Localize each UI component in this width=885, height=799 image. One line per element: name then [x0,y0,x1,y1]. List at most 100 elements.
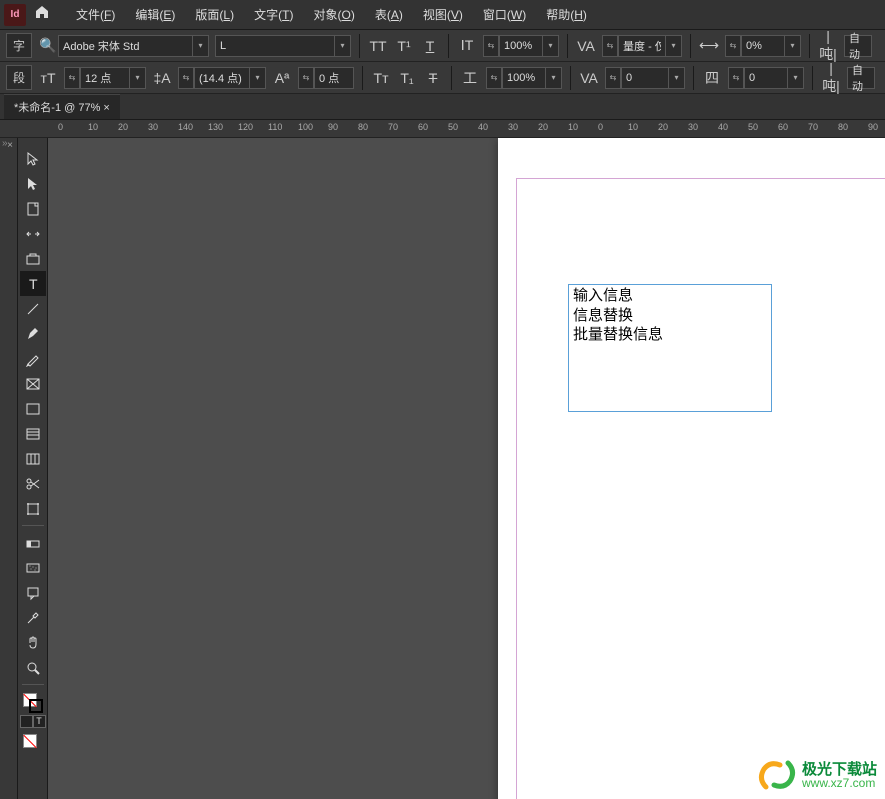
mode-paragraph-label[interactable]: 段 [6,65,32,90]
font-style-input[interactable] [215,35,335,57]
zoom-tool[interactable] [20,655,46,680]
stepper-icon[interactable]: ⇆ [178,67,194,89]
gradient-feather-tool[interactable] [20,555,46,580]
kerning-dropdown[interactable]: ⇆ ▾ [602,35,682,57]
chevron-down-icon[interactable]: ▾ [130,67,146,89]
vertical-scale-input[interactable] [499,35,543,57]
leading-input[interactable] [194,67,250,89]
tracking-input[interactable] [621,67,669,89]
kerning-input[interactable] [618,35,666,57]
menu-layout[interactable]: 版面(L) [185,6,244,23]
paragraph-control-row: 段 тT ⇆ ▾ ‡A ⇆ ▾ Aª ⇆ Tт T₁ T 工 ⇆ ▾ VA ⇆ … [0,62,885,94]
text-line-3[interactable]: 批量替换信息 [573,326,767,346]
menu-edit[interactable]: 编辑(E) [125,6,185,23]
font-family-input[interactable] [58,35,193,57]
format-container-icon[interactable] [20,715,33,728]
selection-tool[interactable] [20,146,46,171]
font-family-dropdown[interactable]: 🔍 ▾ [38,35,209,57]
search-icon: 🔍 [38,37,58,54]
stepper-icon[interactable]: ⇆ [298,67,314,89]
menu-table[interactable]: 表(A) [365,6,413,23]
subscript-icon[interactable]: T₁ [397,70,417,86]
text-line-1[interactable]: 输入信息 [573,287,767,307]
underline-icon[interactable]: T [420,38,440,54]
stepper-icon[interactable]: ⇆ [486,67,502,89]
font-style-dropdown[interactable]: ▾ [215,35,351,57]
home-icon[interactable] [34,4,50,25]
content-collector-tool[interactable] [20,246,46,271]
text-frame[interactable]: 输入信息 信息替换 批量替换信息 [568,284,772,412]
eyedropper-tool[interactable] [20,605,46,630]
stepper-icon[interactable]: ⇆ [725,35,741,57]
document-tab[interactable]: *未命名-1 @ 77% × [4,94,120,119]
document-page[interactable]: 输入信息 信息替换 批量替换信息 [498,138,885,799]
rectangle-tool[interactable] [20,396,46,421]
font-size-dropdown[interactable]: ⇆ ▾ [64,67,146,89]
leading-dropdown[interactable]: ⇆ ▾ [178,67,266,89]
vertical-grid-tool[interactable] [20,446,46,471]
hand-tool[interactable] [20,630,46,655]
fill-stroke-swatch[interactable] [23,693,43,713]
stepper-icon[interactable]: ⇆ [605,67,621,89]
canvas-area[interactable]: 输入信息 信息替换 批量替换信息 [48,138,885,799]
note-tool[interactable] [20,580,46,605]
chevron-down-icon[interactable]: ▾ [546,67,562,89]
pen-tool[interactable] [20,321,46,346]
close-icon[interactable]: × [7,140,13,151]
strikethrough-icon[interactable]: T [423,70,443,86]
stepper-icon[interactable]: ⇆ [602,35,618,57]
stepper-icon[interactable]: ⇆ [728,67,744,89]
mode-character-label[interactable]: 字 [6,33,32,58]
apply-none-icon[interactable] [23,734,37,748]
format-text-icon[interactable]: T [33,715,46,728]
type-tool[interactable]: T [20,271,46,296]
rectangle-frame-tool[interactable] [20,371,46,396]
menu-object[interactable]: 对象(O) [303,6,364,23]
text-line-2[interactable]: 信息替换 [573,307,767,327]
tracking-dropdown[interactable]: ⇆ ▾ [605,67,685,89]
direct-selection-tool[interactable] [20,171,46,196]
free-transform-tool[interactable] [20,496,46,521]
horizontal-scale-dropdown[interactable]: ⇆ ▾ [486,67,562,89]
apply-color-swatch[interactable] [23,734,43,754]
scissors-tool[interactable] [20,471,46,496]
tracking-pct-input[interactable] [741,35,785,57]
baseline-dropdown[interactable]: ⇆ [298,67,354,89]
smallcaps-icon[interactable]: Tт [371,70,391,86]
chevron-down-icon[interactable]: ▾ [666,35,682,57]
menu-type[interactable]: 文字(T) [244,6,303,23]
horizontal-grid-tool[interactable] [20,421,46,446]
line-tool[interactable] [20,296,46,321]
grid-align-icon[interactable]: |吨| [821,60,841,96]
allcaps-icon[interactable]: TT [368,38,388,54]
pencil-tool[interactable] [20,346,46,371]
superscript-icon[interactable]: T¹ [394,38,414,54]
char-spacing-input[interactable] [744,67,788,89]
page-tool[interactable] [20,196,46,221]
chevron-down-icon[interactable]: ▾ [193,35,209,57]
horizontal-ruler[interactable]: 0 10 20 30 140 130 120 110 100 90 80 70 … [0,120,885,138]
chevron-down-icon[interactable]: ▾ [250,67,266,89]
menu-window[interactable]: 窗口(W) [473,6,536,23]
chevron-down-icon[interactable]: ▾ [785,35,801,57]
menu-help[interactable]: 帮助(H) [536,6,597,23]
menu-file[interactable]: 文件(F) [66,6,125,23]
chevron-down-icon[interactable]: ▾ [788,67,804,89]
menu-view[interactable]: 视图(V) [413,6,473,23]
panel-collapse-strip[interactable]: » × [0,138,18,799]
baseline-input[interactable] [314,67,354,89]
gradient-swatch-tool[interactable] [20,530,46,555]
tracking-pct-dropdown[interactable]: ⇆ ▾ [725,35,801,57]
chevron-down-icon[interactable]: ▾ [669,67,685,89]
stepper-icon[interactable]: ⇆ [64,67,80,89]
chevron-down-icon[interactable]: ▾ [335,35,351,57]
horizontal-scale-input[interactable] [502,67,546,89]
font-size-input[interactable] [80,67,130,89]
chevron-down-icon[interactable]: ▾ [543,35,559,57]
stepper-icon[interactable]: ⇆ [483,35,499,57]
vertical-scale-dropdown[interactable]: ⇆ ▾ [483,35,559,57]
stroke-color-icon[interactable] [29,699,43,713]
rotation-icon[interactable]: |吨| [818,28,838,64]
gap-tool[interactable] [20,221,46,246]
char-spacing-dropdown[interactable]: ⇆ ▾ [728,67,804,89]
